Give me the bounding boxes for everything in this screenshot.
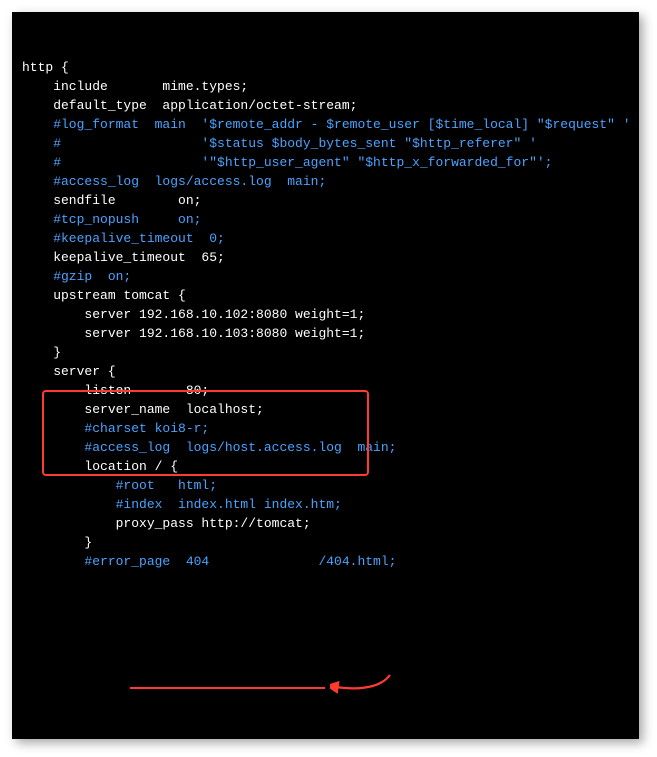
code-line: upstream tomcat {	[22, 286, 629, 305]
code-line: #keepalive_timeout 0;	[22, 229, 629, 248]
code-line: # '"$http_user_agent" "$http_x_forwarded…	[22, 153, 629, 172]
code-line: }	[22, 343, 629, 362]
code-line: #root html;	[22, 476, 629, 495]
code-line: # '$status $body_bytes_sent "$http_refer…	[22, 134, 629, 153]
code-line: proxy_pass http://tomcat;	[22, 514, 629, 533]
code-line: #gzip on;	[22, 267, 629, 286]
code-line: server {	[22, 362, 629, 381]
nginx-config-code-block: http { include mime.types; default_type …	[12, 12, 639, 739]
code-line: #index index.html index.htm;	[22, 495, 629, 514]
code-line: }	[22, 533, 629, 552]
code-line: #error_page 404 /404.html;	[22, 552, 629, 571]
code-line: #access_log logs/host.access.log main;	[22, 438, 629, 457]
code-line: listen 80;	[22, 381, 629, 400]
code-line: keepalive_timeout 65;	[22, 248, 629, 267]
code-line: server 192.168.10.102:8080 weight=1;	[22, 305, 629, 324]
code-line: default_type application/octet-stream;	[22, 96, 629, 115]
code-lines: http { include mime.types; default_type …	[12, 50, 639, 579]
code-line: http {	[22, 58, 629, 77]
code-line: sendfile on;	[22, 191, 629, 210]
code-line: #access_log logs/access.log main;	[22, 172, 629, 191]
arrow-icon	[330, 669, 392, 697]
proxy-pass-underline	[130, 687, 325, 689]
code-line: #log_format main '$remote_addr - $remote…	[22, 115, 629, 134]
code-line: #charset koi8-r;	[22, 419, 629, 438]
code-line: location / {	[22, 457, 629, 476]
code-line: server 192.168.10.103:8080 weight=1;	[22, 324, 629, 343]
code-line: include mime.types;	[22, 77, 629, 96]
code-line: server_name localhost;	[22, 400, 629, 419]
code-line: #tcp_nopush on;	[22, 210, 629, 229]
